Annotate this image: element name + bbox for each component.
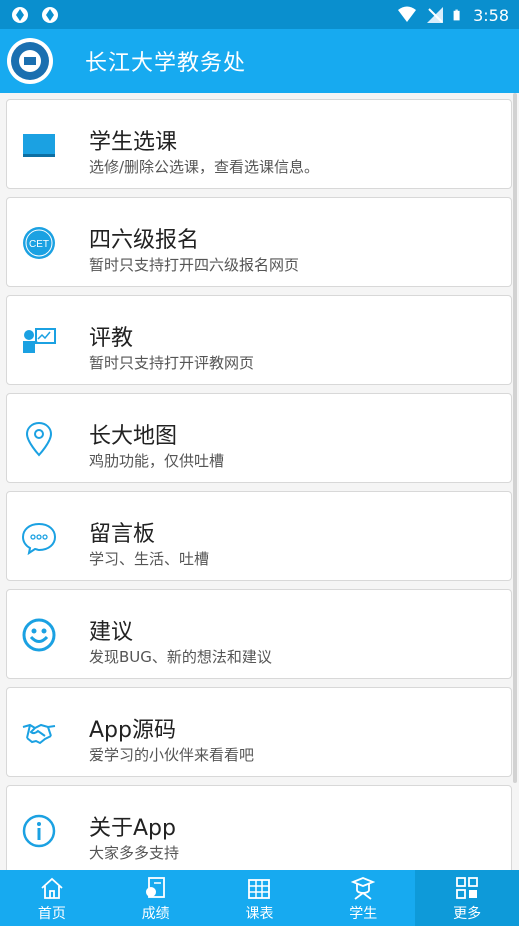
cet-icon-text: CET <box>29 239 49 250</box>
cet-icon: CET <box>23 227 55 259</box>
tab-student[interactable]: 学生 <box>311 870 415 926</box>
menu-item-subtitle: 暂时只支持打开评教网页 <box>89 354 255 372</box>
menu-item-about-app[interactable]: 关于App 大家多多支持 <box>6 785 512 870</box>
menu-item-course-selection[interactable]: 学生选课 选修/删除公选课，查看选课信息。 <box>6 99 512 189</box>
menu-item-title: 评教 <box>89 326 134 351</box>
status-bar: 3:58 <box>0 0 519 29</box>
tab-timetable[interactable]: 课表 <box>208 870 312 926</box>
university-logo <box>7 38 53 84</box>
menu-item-title: App源码 <box>89 718 176 743</box>
menu-item-teaching-evaluation[interactable]: 评教 暂时只支持打开评教网页 <box>6 295 512 385</box>
menu-list[interactable]: 学生选课 选修/删除公选课，查看选课信息。 CET 四六级报名 暂时只支持打开四… <box>0 93 519 870</box>
chat-bubble-icon <box>21 522 57 555</box>
app-bar: 长江大学教务处 <box>0 29 519 93</box>
grades-icon <box>145 877 165 898</box>
page-title: 长江大学教务处 <box>85 51 247 76</box>
menu-item-subtitle: 鸡肋功能，仅供吐槽 <box>89 452 225 470</box>
tab-label: 更多 <box>453 906 482 922</box>
status-time: 3:58 <box>473 5 509 25</box>
menu-item-title: 建议 <box>89 620 134 645</box>
timetable-icon <box>248 879 271 899</box>
menu-item-cet-registration[interactable]: CET 四六级报名 暂时只支持打开四六级报名网页 <box>6 197 512 287</box>
scrollbar[interactable] <box>513 93 517 783</box>
menu-item-subtitle: 学习、生活、吐槽 <box>89 550 210 568</box>
menu-item-subtitle: 发现BUG、新的想法和建议 <box>89 648 272 666</box>
blackboard-icon <box>23 134 55 157</box>
handshake-icon <box>22 723 56 745</box>
notification-icon <box>12 7 28 23</box>
no-signal-icon <box>427 7 444 23</box>
menu-item-title: 留言板 <box>89 522 156 547</box>
menu-item-suggestions[interactable]: 建议 发现BUG、新的想法和建议 <box>6 589 512 679</box>
menu-item-subtitle: 爱学习的小伙伴来看看吧 <box>89 746 255 764</box>
tab-grades[interactable]: 成绩 <box>104 870 208 926</box>
menu-item-app-source-code[interactable]: App源码 爱学习的小伙伴来看看吧 <box>6 687 512 777</box>
tab-home[interactable]: 首页 <box>0 870 104 926</box>
info-icon <box>22 814 56 848</box>
tab-label: 首页 <box>37 906 66 922</box>
menu-item-title: 学生选课 <box>89 130 178 155</box>
menu-item-title: 四六级报名 <box>89 228 200 253</box>
tab-label: 成绩 <box>141 906 170 922</box>
notification-icon <box>42 7 58 23</box>
tab-label: 课表 <box>245 906 274 922</box>
map-pin-icon <box>25 421 53 457</box>
student-icon <box>351 877 376 900</box>
bottom-tab-bar: 首页 成绩 课表 学生 更多 <box>0 870 519 926</box>
menu-item-message-board[interactable]: 留言板 学习、生活、吐槽 <box>6 491 512 581</box>
teacher-presentation-icon <box>23 328 56 353</box>
battery-icon <box>453 9 460 21</box>
smiley-icon <box>22 618 56 652</box>
tab-more[interactable]: 更多 <box>415 870 519 926</box>
menu-item-title: 长大地图 <box>89 424 178 449</box>
menu-item-campus-map[interactable]: 长大地图 鸡肋功能，仅供吐槽 <box>6 393 512 483</box>
wifi-icon <box>398 6 417 22</box>
tab-label: 学生 <box>349 906 378 922</box>
menu-item-subtitle: 暂时只支持打开四六级报名网页 <box>89 256 300 274</box>
menu-item-title: 关于App <box>89 816 176 841</box>
home-icon <box>41 877 63 899</box>
menu-item-subtitle: 选修/删除公选课，查看选课信息。 <box>89 158 320 176</box>
more-grid-icon <box>456 877 478 899</box>
menu-item-subtitle: 大家多多支持 <box>89 844 180 862</box>
